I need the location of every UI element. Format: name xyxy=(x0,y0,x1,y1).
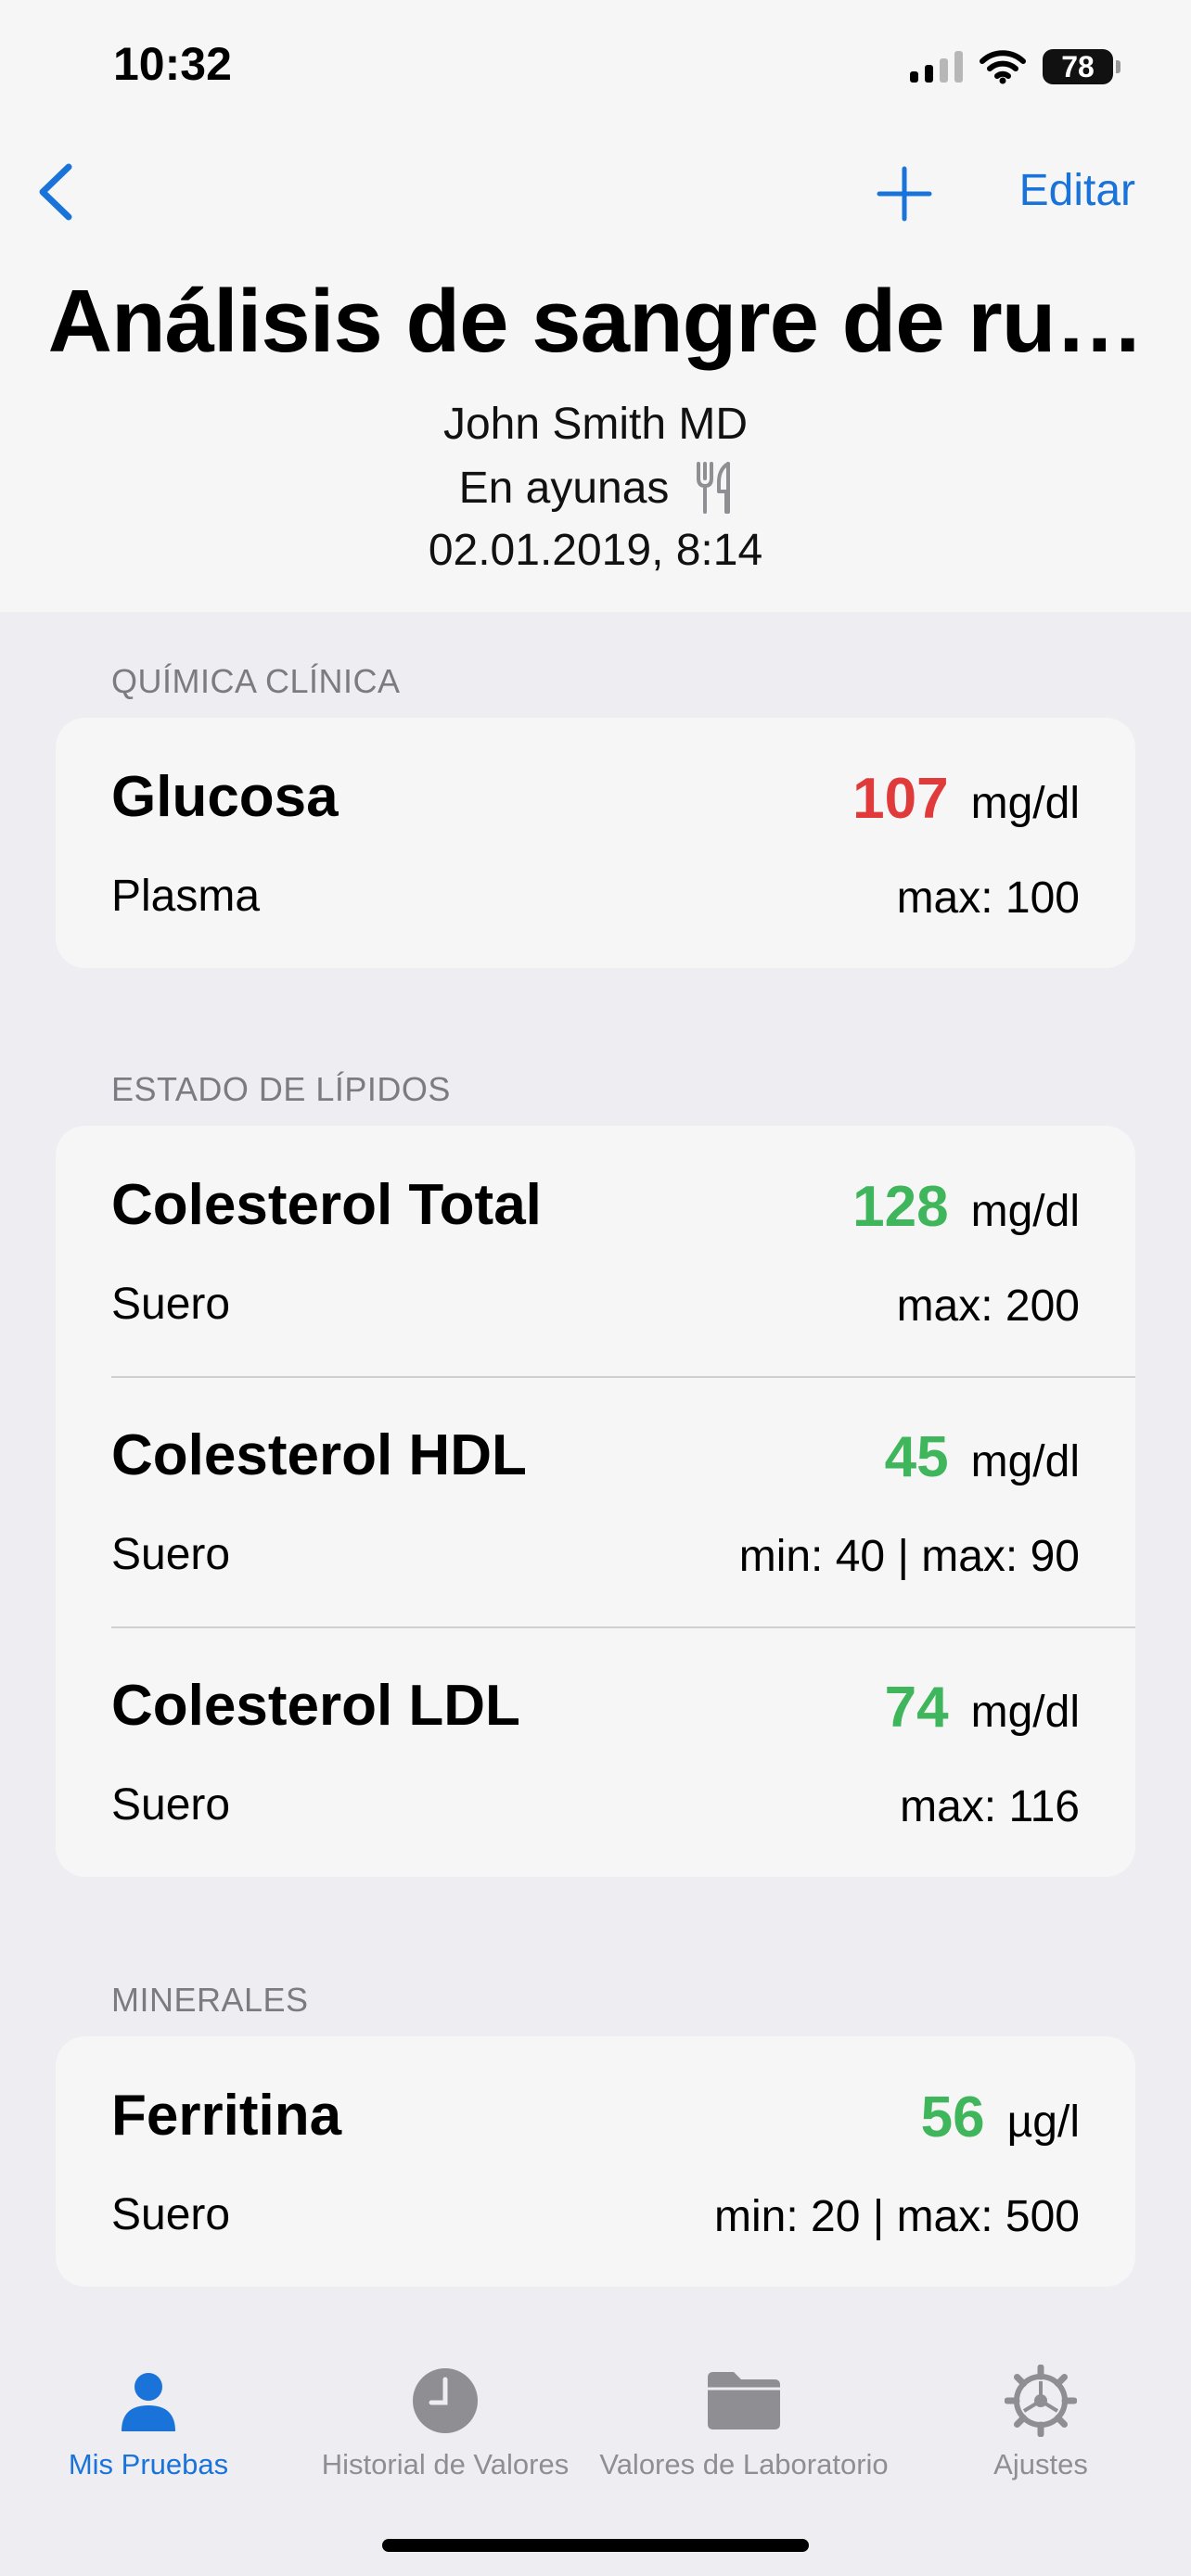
test-value: 45 xyxy=(884,1425,949,1489)
test-name: Colesterol HDL xyxy=(111,1423,527,1487)
tab-label: Ajustes xyxy=(993,2448,1088,2480)
tab-ajustes[interactable]: Ajustes xyxy=(892,2363,1189,2481)
test-sample: Suero xyxy=(111,1780,231,1830)
test-unit: mg/dl xyxy=(970,1437,1080,1486)
status-time: 10:32 xyxy=(113,38,232,90)
test-result: 74 mg/dl xyxy=(885,1675,1080,1741)
test-unit: mg/dl xyxy=(970,1187,1080,1236)
test-range: min: 40 | max: 90 xyxy=(738,1532,1080,1581)
folder-icon xyxy=(708,2372,780,2429)
test-value: 128 xyxy=(852,1175,949,1239)
header-area: 10:32 78 Editar Análisis de sangre de ru… xyxy=(0,0,1191,612)
test-name: Colesterol LDL xyxy=(111,1674,520,1738)
test-value: 74 xyxy=(884,1676,949,1740)
test-range: max: 100 xyxy=(896,874,1080,923)
tab-label: Mis Pruebas xyxy=(68,2448,229,2480)
test-range: max: 116 xyxy=(900,1782,1080,1831)
test-datetime: 02.01.2019, 8:14 xyxy=(428,526,763,575)
tab-mis-pruebas[interactable]: Mis Pruebas xyxy=(0,2363,297,2481)
edit-button[interactable]: Editar xyxy=(1019,165,1135,216)
test-row-colesterol-total[interactable]: Colesterol Total 128 mg/dl Suero max: 20… xyxy=(56,1126,1135,1376)
test-sample: Plasma xyxy=(111,872,261,921)
test-range: min: 20 | max: 500 xyxy=(714,2192,1080,2241)
test-name: Glucosa xyxy=(111,765,339,829)
test-row-ferritina[interactable]: Ferritina 56 µg/l Suero min: 20 | max: 5… xyxy=(56,2036,1135,2287)
clock-icon xyxy=(413,2368,478,2433)
battery-icon: 78 xyxy=(1043,49,1121,84)
back-button[interactable] xyxy=(28,159,83,224)
test-result: 56 µg/l xyxy=(921,2085,1080,2150)
section-label-minerales: MINERALES xyxy=(111,1981,309,2019)
cellular-signal-icon xyxy=(910,51,963,83)
test-sample: Suero xyxy=(111,2190,231,2239)
tab-valores-laboratorio[interactable]: Valores de Laboratorio xyxy=(596,2363,892,2481)
fasting-status: En ayunas xyxy=(0,462,1191,514)
section-label-lipidos: ESTADO DE LÍPIDOS xyxy=(111,1070,451,1108)
test-unit: mg/dl xyxy=(970,779,1080,828)
test-row-glucosa[interactable]: Glucosa 107 mg/dl Plasma max: 100 xyxy=(56,718,1135,968)
add-button[interactable] xyxy=(874,163,935,224)
test-sample: Suero xyxy=(111,1280,231,1329)
tab-label: Historial de Valores xyxy=(321,2448,570,2480)
test-result: 45 mg/dl xyxy=(885,1424,1080,1490)
test-unit: µg/l xyxy=(1006,2098,1080,2147)
tab-bar: Mis Pruebas Historial de Valores Valores… xyxy=(0,2318,1191,2576)
test-row-colesterol-hdl[interactable]: Colesterol HDL 45 mg/dl Suero min: 40 | … xyxy=(56,1376,1135,1626)
test-name: Colesterol Total xyxy=(111,1173,542,1237)
tab-label: Valores de Laboratorio xyxy=(599,2448,889,2480)
card-lipidos: Colesterol Total 128 mg/dl Suero max: 20… xyxy=(56,1126,1135,1877)
wifi-icon xyxy=(980,50,1026,84)
test-unit: mg/dl xyxy=(970,1688,1080,1737)
section-label-quimica: QUÍMICA CLÍNICA xyxy=(111,662,401,700)
test-result: 128 mg/dl xyxy=(852,1174,1080,1240)
gear-icon xyxy=(1005,2365,1077,2437)
doctor-name: John Smith MD xyxy=(442,400,749,449)
test-range: max: 200 xyxy=(896,1282,1080,1331)
fork-knife-icon xyxy=(697,462,731,514)
page-title: Análisis de sangre de ru… xyxy=(47,272,1145,371)
person-icon xyxy=(122,2373,175,2431)
home-indicator xyxy=(382,2539,809,2552)
card-quimica: Glucosa 107 mg/dl Plasma max: 100 xyxy=(56,718,1135,968)
fasting-label: En ayunas xyxy=(458,463,670,513)
test-value: 107 xyxy=(852,767,949,831)
test-sample: Suero xyxy=(111,1530,231,1579)
card-minerales: Ferritina 56 µg/l Suero min: 20 | max: 5… xyxy=(56,2036,1135,2287)
test-name: Ferritina xyxy=(111,2084,342,2148)
status-icons: 78 xyxy=(910,46,1121,87)
test-row-colesterol-ldl[interactable]: Colesterol LDL 74 mg/dl Suero max: 116 xyxy=(56,1626,1135,1877)
test-result: 107 mg/dl xyxy=(852,766,1080,832)
test-value: 56 xyxy=(920,2085,985,2149)
tab-historial[interactable]: Historial de Valores xyxy=(297,2363,594,2481)
